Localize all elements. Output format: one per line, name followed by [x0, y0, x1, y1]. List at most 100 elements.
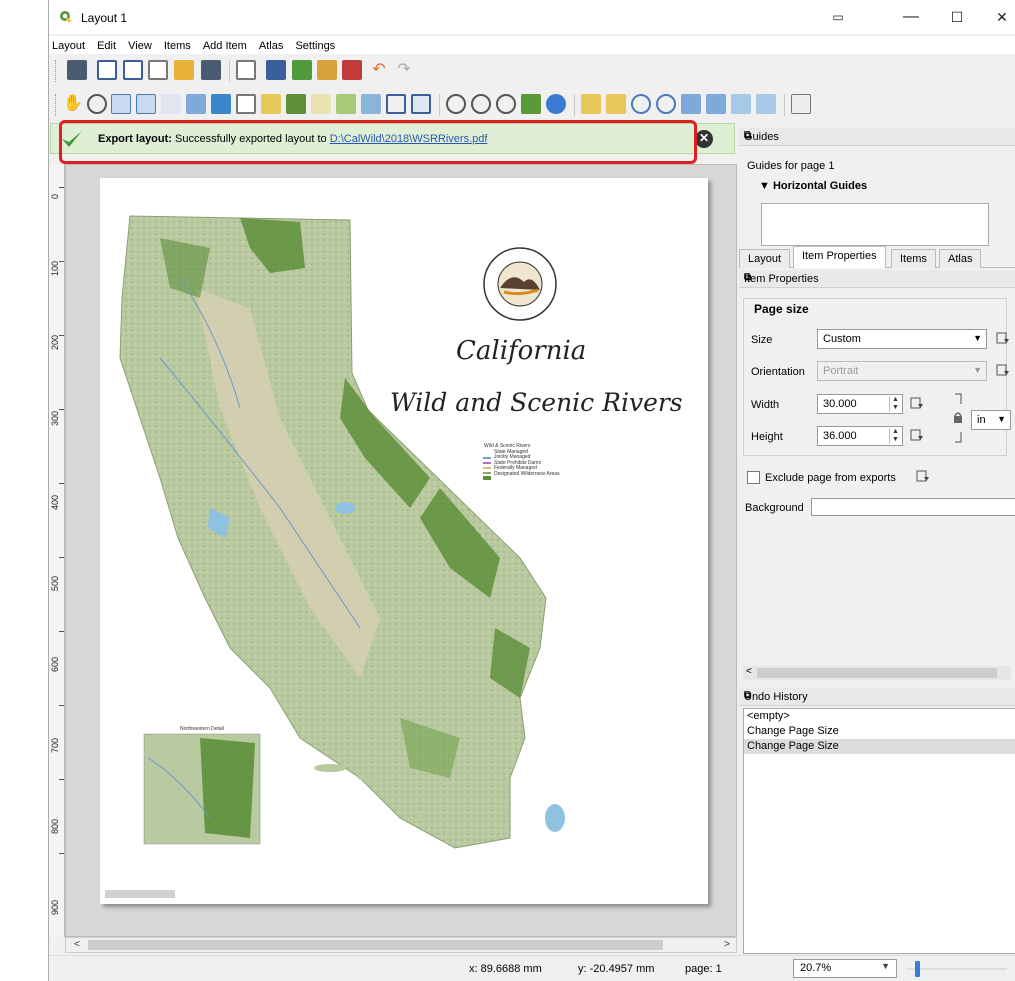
menu-add-item[interactable]: Add Item	[203, 36, 247, 56]
open-template-icon[interactable]	[174, 60, 194, 80]
minimize-button[interactable]: —	[895, 6, 927, 28]
data-defined-override-icon[interactable]	[909, 397, 925, 411]
lock-aspect-icon[interactable]	[949, 392, 967, 446]
height-label: Height	[751, 431, 783, 443]
tab-atlas[interactable]: Atlas	[939, 249, 982, 268]
save-template-icon[interactable]	[201, 60, 221, 80]
scroll-right-icon[interactable]: >	[720, 938, 734, 952]
duplicate-layout-icon[interactable]	[123, 60, 143, 80]
menu-atlas[interactable]: Atlas	[259, 36, 283, 56]
toolbar-grip[interactable]	[55, 60, 58, 82]
list-item[interactable]: Change Page Size	[744, 739, 1015, 754]
save-project-icon[interactable]	[67, 60, 87, 80]
add-shape-icon[interactable]	[311, 94, 331, 114]
resize-icon[interactable]	[756, 94, 776, 114]
tab-item-properties[interactable]: Item Properties	[793, 246, 886, 268]
zoom-tool-icon[interactable]	[87, 94, 107, 114]
zoom-actual-icon[interactable]	[496, 94, 516, 114]
exclude-page-checkbox[interactable]	[747, 471, 760, 484]
horizontal-scrollbar[interactable]: < >	[65, 937, 737, 953]
group-items-icon[interactable]	[631, 94, 651, 114]
layout-manager-icon[interactable]	[148, 60, 168, 80]
horizontal-guides-list[interactable]	[761, 203, 989, 246]
pan-tool-icon[interactable]: ✋	[63, 94, 83, 114]
unit-combo[interactable]: in ▼	[971, 410, 1011, 430]
menu-items[interactable]: Items	[164, 36, 191, 56]
scroll-left-icon[interactable]: <	[746, 666, 752, 677]
export-image-icon[interactable]	[292, 60, 312, 80]
list-item[interactable]: <empty>	[744, 709, 1015, 724]
layout-page[interactable]: California Wild and Scenic Rivers Wild &…	[100, 178, 708, 904]
spin-arrows-icon[interactable]: ▲ ▼	[889, 428, 901, 444]
float-panel-icon[interactable]: ⧉	[744, 690, 1010, 701]
height-spinbox[interactable]: 36.000 ▲ ▼	[817, 426, 903, 446]
panel-scroll-thumb[interactable]	[757, 668, 997, 678]
data-defined-override-icon[interactable]	[995, 364, 1011, 378]
add-attribute-table-icon[interactable]	[386, 94, 406, 114]
print-icon[interactable]	[266, 60, 286, 80]
add-polygon-icon[interactable]	[361, 94, 381, 114]
data-defined-override-icon[interactable]	[915, 470, 931, 484]
close-message-icon[interactable]: ✕	[695, 130, 713, 148]
maximize-button[interactable]: ☐	[941, 6, 973, 28]
data-defined-override-icon[interactable]	[995, 332, 1011, 346]
align-left-icon[interactable]	[706, 94, 726, 114]
atlas-toolbar-icon[interactable]	[791, 94, 811, 114]
california-map[interactable]	[100, 178, 708, 904]
zoom-out-icon[interactable]	[471, 94, 491, 114]
page-setup-icon[interactable]	[236, 60, 256, 80]
zoom-slider-handle[interactable]	[915, 961, 920, 977]
add-html-icon[interactable]	[411, 94, 431, 114]
add-scalebar-icon[interactable]	[286, 94, 306, 114]
exclude-page-label[interactable]: Exclude page from exports	[765, 472, 896, 484]
width-spinbox[interactable]: 30.000 ▲ ▼	[817, 394, 903, 414]
spin-arrows-icon[interactable]: ▲ ▼	[889, 396, 901, 412]
lock-items-icon[interactable]	[681, 94, 701, 114]
toolbar-grip-2[interactable]	[55, 94, 58, 116]
zoom-slider[interactable]	[907, 961, 1007, 977]
tab-layout[interactable]: Layout	[739, 249, 791, 268]
export-pdf-icon[interactable]	[342, 60, 362, 80]
list-item[interactable]: Change Page Size	[744, 724, 1015, 739]
zoom-in-icon[interactable]	[446, 94, 466, 114]
distribute-icon[interactable]	[731, 94, 751, 114]
undo-icon[interactable]: ↶	[369, 60, 389, 80]
move-content-icon[interactable]	[136, 94, 156, 114]
orientation-combo[interactable]: Portrait ▼	[817, 361, 987, 381]
export-svg-icon[interactable]	[317, 60, 337, 80]
menu-view[interactable]: View	[128, 36, 152, 56]
zoom-full-icon[interactable]	[521, 94, 541, 114]
horizontal-guides-group[interactable]: ▼ Horizontal Guides	[759, 180, 867, 192]
scroll-left-icon[interactable]: <	[70, 938, 84, 952]
select-move-icon[interactable]	[111, 94, 131, 114]
add-picture-icon[interactable]	[211, 94, 231, 114]
close-window-button[interactable]: ✕	[986, 6, 1015, 28]
qgis-logo-icon	[60, 11, 72, 23]
float-panel-icon[interactable]: ⧉	[744, 130, 1010, 141]
panel-hscrollbar[interactable]: <	[743, 666, 1011, 680]
add-map-icon[interactable]	[186, 94, 206, 114]
float-panel-icon[interactable]: ⧉	[744, 272, 1010, 283]
menu-layout[interactable]: Layout	[52, 36, 85, 56]
data-defined-override-icon[interactable]	[909, 429, 925, 443]
layout-canvas[interactable]: California Wild and Scenic Rivers Wild &…	[65, 164, 737, 937]
raise-items-icon[interactable]	[581, 94, 601, 114]
window-restore-icon[interactable]: ▭	[822, 6, 854, 28]
add-label-icon[interactable]	[236, 94, 256, 114]
size-combo[interactable]: Custom ▼	[817, 329, 987, 349]
new-layout-icon[interactable]	[97, 60, 117, 80]
lower-items-icon[interactable]	[606, 94, 626, 114]
tab-items[interactable]: Items	[891, 249, 936, 268]
menu-edit[interactable]: Edit	[97, 36, 116, 56]
menu-settings[interactable]: Settings	[295, 36, 335, 56]
redo-icon[interactable]: ↷	[394, 60, 414, 80]
add-polyline-icon[interactable]	[336, 94, 356, 114]
refresh-icon[interactable]	[546, 94, 566, 114]
ungroup-items-icon[interactable]	[656, 94, 676, 114]
edit-nodes-icon[interactable]	[161, 94, 181, 114]
zoom-combo[interactable]: 20.7% ▼	[793, 959, 897, 978]
add-legend-icon[interactable]	[261, 94, 281, 114]
background-symbol-button[interactable]	[811, 498, 1015, 516]
scroll-thumb[interactable]	[88, 940, 663, 950]
undo-history-list[interactable]: <empty> Change Page Size Change Page Siz…	[743, 708, 1015, 954]
